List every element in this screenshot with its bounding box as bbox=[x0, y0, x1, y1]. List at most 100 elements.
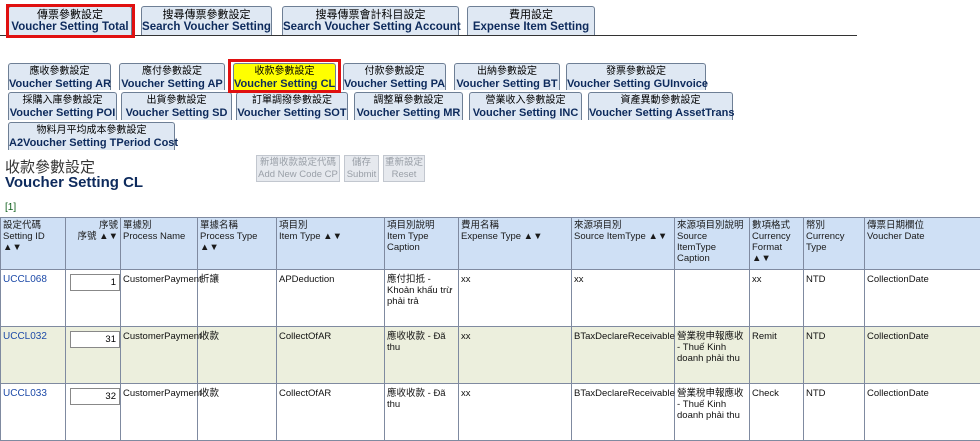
tab-voucher-setting-ar[interactable]: 應收參數設定 Voucher Setting AR bbox=[8, 63, 111, 90]
tab-voucher-setting-poi[interactable]: 採購入庫參數設定 Voucher Setting POI bbox=[8, 92, 117, 120]
col-item-type-caption: 項目別說明Item Type Caption bbox=[385, 218, 459, 270]
tab-label-en: Voucher Setting INC bbox=[470, 107, 581, 120]
tab-label-en: Voucher Setting Total bbox=[9, 21, 131, 34]
tab-label-en: Voucher Setting GUInvoice bbox=[567, 78, 705, 91]
col-label-zh: 幣別 bbox=[806, 220, 862, 231]
tab-voucher-setting-sd[interactable]: 出貨參數設定 Voucher Setting SD bbox=[121, 92, 232, 120]
tab-voucher-setting-assettrans[interactable]: 資產異動參數設定 Voucher Setting AssetTrans bbox=[588, 92, 733, 120]
col-setting-id[interactable]: 設定代碼Setting ID ▲▼ bbox=[1, 218, 66, 270]
tab-voucher-setting-pa[interactable]: 付款參數設定 Voucher Setting PA bbox=[343, 63, 446, 90]
tab-label-en: Voucher Setting AR bbox=[9, 78, 110, 91]
cell-source-caption: 營業稅申報應收 - Thuế Kinh doanh phải thu bbox=[675, 327, 750, 384]
cell-sequence bbox=[66, 384, 121, 441]
sequence-input[interactable] bbox=[70, 388, 120, 405]
setting-id-link[interactable]: UCCL068 bbox=[1, 270, 66, 327]
tab-label-en: Search Voucher Setting bbox=[142, 21, 271, 34]
sequence-input[interactable] bbox=[70, 274, 120, 291]
tab-voucher-setting-sot[interactable]: 訂單調撥參數設定 Voucher Setting SOT bbox=[236, 92, 348, 120]
col-label-en: Expense Type ▲▼ bbox=[461, 231, 569, 242]
cell-process-name: CustomerPayment bbox=[121, 270, 198, 327]
tab-voucher-setting-inc[interactable]: 營業收入參數設定 Voucher Setting INC bbox=[469, 92, 582, 120]
setting-id-link[interactable]: UCCL033 bbox=[1, 384, 66, 441]
col-source-itemtype[interactable]: 來源項目別Source ItemType ▲▼ bbox=[572, 218, 675, 270]
col-label-zh: 序號 bbox=[68, 220, 118, 231]
pager-link[interactable]: [1] bbox=[5, 202, 16, 213]
tab-label-en: Voucher Setting MR bbox=[355, 107, 462, 120]
submit-button[interactable]: 儲存 Submit bbox=[344, 155, 379, 182]
tab-voucher-setting-total[interactable]: 傳票參數設定 Voucher Setting Total bbox=[8, 6, 132, 35]
tab-label-zh: 費用設定 bbox=[468, 9, 594, 21]
tab-label-zh: 搜尋傳票會計科目設定 bbox=[283, 9, 458, 21]
cell-source-item: BTaxDeclareReceivable bbox=[572, 327, 675, 384]
table-row: UCCL033 CustomerPayment 收款 CollectOfAR 應… bbox=[1, 384, 980, 441]
col-currency-type: 幣別Currency Type bbox=[804, 218, 865, 270]
tab-label-zh: 採購入庫參數設定 bbox=[9, 95, 116, 107]
cell-item-caption: 應收收款 - Đã thu bbox=[385, 327, 459, 384]
col-label-zh: 設定代碼 bbox=[3, 220, 63, 231]
tab-label-en: A2Voucher Setting TPeriod Cost bbox=[9, 137, 174, 150]
tab-label-en: Expense Item Setting bbox=[468, 21, 594, 34]
cell-source-item: xx bbox=[572, 270, 675, 327]
sequence-input[interactable] bbox=[70, 331, 120, 348]
tab-expense-item-setting[interactable]: 費用設定 Expense Item Setting bbox=[467, 6, 595, 35]
cell-item-type: CollectOfAR bbox=[277, 384, 385, 441]
tab-label-en: Voucher Setting AP bbox=[120, 78, 224, 91]
cell-process-type: 收款 bbox=[198, 384, 277, 441]
page-title-en: Voucher Setting CL bbox=[5, 174, 143, 191]
cell-process-type: 折讓 bbox=[198, 270, 277, 327]
tab-a2voucher-setting-tperiod-cost[interactable]: 物料月平均成本參數設定 A2Voucher Setting TPeriod Co… bbox=[8, 122, 175, 150]
col-label-zh: 項目別 bbox=[279, 220, 382, 231]
setting-id-link[interactable]: UCCL032 bbox=[1, 327, 66, 384]
cell-process-type: 收款 bbox=[198, 327, 277, 384]
tab-label-en: Voucher Setting AssetTrans bbox=[589, 107, 732, 120]
col-label-en: Currency Format ▲▼ bbox=[752, 231, 801, 264]
cell-currency: NTD bbox=[804, 327, 865, 384]
tab-voucher-setting-guinvoice[interactable]: 發票參數設定 Voucher Setting GUInvoice bbox=[566, 63, 706, 90]
tab-label-en: Search Voucher Setting Account bbox=[283, 21, 458, 34]
button-label-zh: 儲存 bbox=[345, 157, 378, 169]
col-label-en: Process Name bbox=[123, 231, 195, 242]
cell-voucher-date: CollectionDate bbox=[865, 270, 980, 327]
button-label-zh: 新增收款設定代碼 bbox=[257, 157, 339, 169]
cell-currency: NTD bbox=[804, 384, 865, 441]
tab-search-voucher-setting[interactable]: 搜尋傳票參數設定 Search Voucher Setting bbox=[141, 6, 272, 35]
col-label-en: Item Type ▲▼ bbox=[279, 231, 382, 242]
col-expense-type[interactable]: 費用名稱Expense Type ▲▼ bbox=[459, 218, 572, 270]
tab-label-zh: 營業收入參數設定 bbox=[470, 95, 581, 107]
tab-search-voucher-setting-account[interactable]: 搜尋傳票會計科目設定 Search Voucher Setting Accoun… bbox=[282, 6, 459, 35]
reset-button[interactable]: 重新設定 Reset bbox=[383, 155, 425, 182]
col-label-en: 序號 ▲▼ bbox=[68, 231, 118, 242]
cell-expense-type: xx bbox=[459, 327, 572, 384]
tab-label-zh: 應付參數設定 bbox=[120, 66, 224, 78]
tab-voucher-setting-cl[interactable]: 收款參數設定 Voucher Setting CL bbox=[233, 63, 336, 90]
tab-label-en: Voucher Setting POI bbox=[9, 107, 116, 120]
col-item-type[interactable]: 項目別Item Type ▲▼ bbox=[277, 218, 385, 270]
tab-voucher-setting-bt[interactable]: 出納參數設定 Voucher Setting BT bbox=[454, 63, 560, 90]
cell-currency-format: xx bbox=[750, 270, 804, 327]
col-source-itemtype-caption: 來源項目別說明Source ItemType Caption bbox=[675, 218, 750, 270]
tab-voucher-setting-mr[interactable]: 調整單參數設定 Voucher Setting MR bbox=[354, 92, 463, 120]
col-label-zh: 項目別說明 bbox=[387, 220, 456, 231]
cell-expense-type: xx bbox=[459, 384, 572, 441]
tab-label-zh: 付款參數設定 bbox=[344, 66, 445, 78]
tab-label-zh: 發票參數設定 bbox=[567, 66, 705, 78]
button-label-en: Reset bbox=[384, 169, 424, 181]
col-sequence[interactable]: 序號序號 ▲▼ bbox=[66, 218, 121, 270]
cell-voucher-date: CollectionDate bbox=[865, 327, 980, 384]
col-process-type[interactable]: 單據名稱Process Type ▲▼ bbox=[198, 218, 277, 270]
cell-source-item: BTaxDeclareReceivable bbox=[572, 384, 675, 441]
table-header-row: 設定代碼Setting ID ▲▼ 序號序號 ▲▼ 單據別Process Nam… bbox=[1, 218, 980, 270]
tab-voucher-setting-ap[interactable]: 應付參數設定 Voucher Setting AP bbox=[119, 63, 225, 90]
col-label-en: Source ItemType Caption bbox=[677, 231, 747, 264]
tab-label-en: Voucher Setting SD bbox=[122, 107, 231, 120]
col-currency-format[interactable]: 數項格式Currency Format ▲▼ bbox=[750, 218, 804, 270]
table-row: UCCL068 CustomerPayment 折讓 APDeduction 應… bbox=[1, 270, 980, 327]
cell-currency-format: Check bbox=[750, 384, 804, 441]
col-label-en: Item Type Caption bbox=[387, 231, 456, 253]
cell-currency-format: Remit bbox=[750, 327, 804, 384]
tab-label-zh: 傳票參數設定 bbox=[9, 9, 131, 21]
col-label-zh: 來源項目別說明 bbox=[677, 220, 747, 231]
add-new-code-button[interactable]: 新增收款設定代碼 Add New Code CP bbox=[256, 155, 340, 182]
button-label-zh: 重新設定 bbox=[384, 157, 424, 169]
cell-currency: NTD bbox=[804, 270, 865, 327]
